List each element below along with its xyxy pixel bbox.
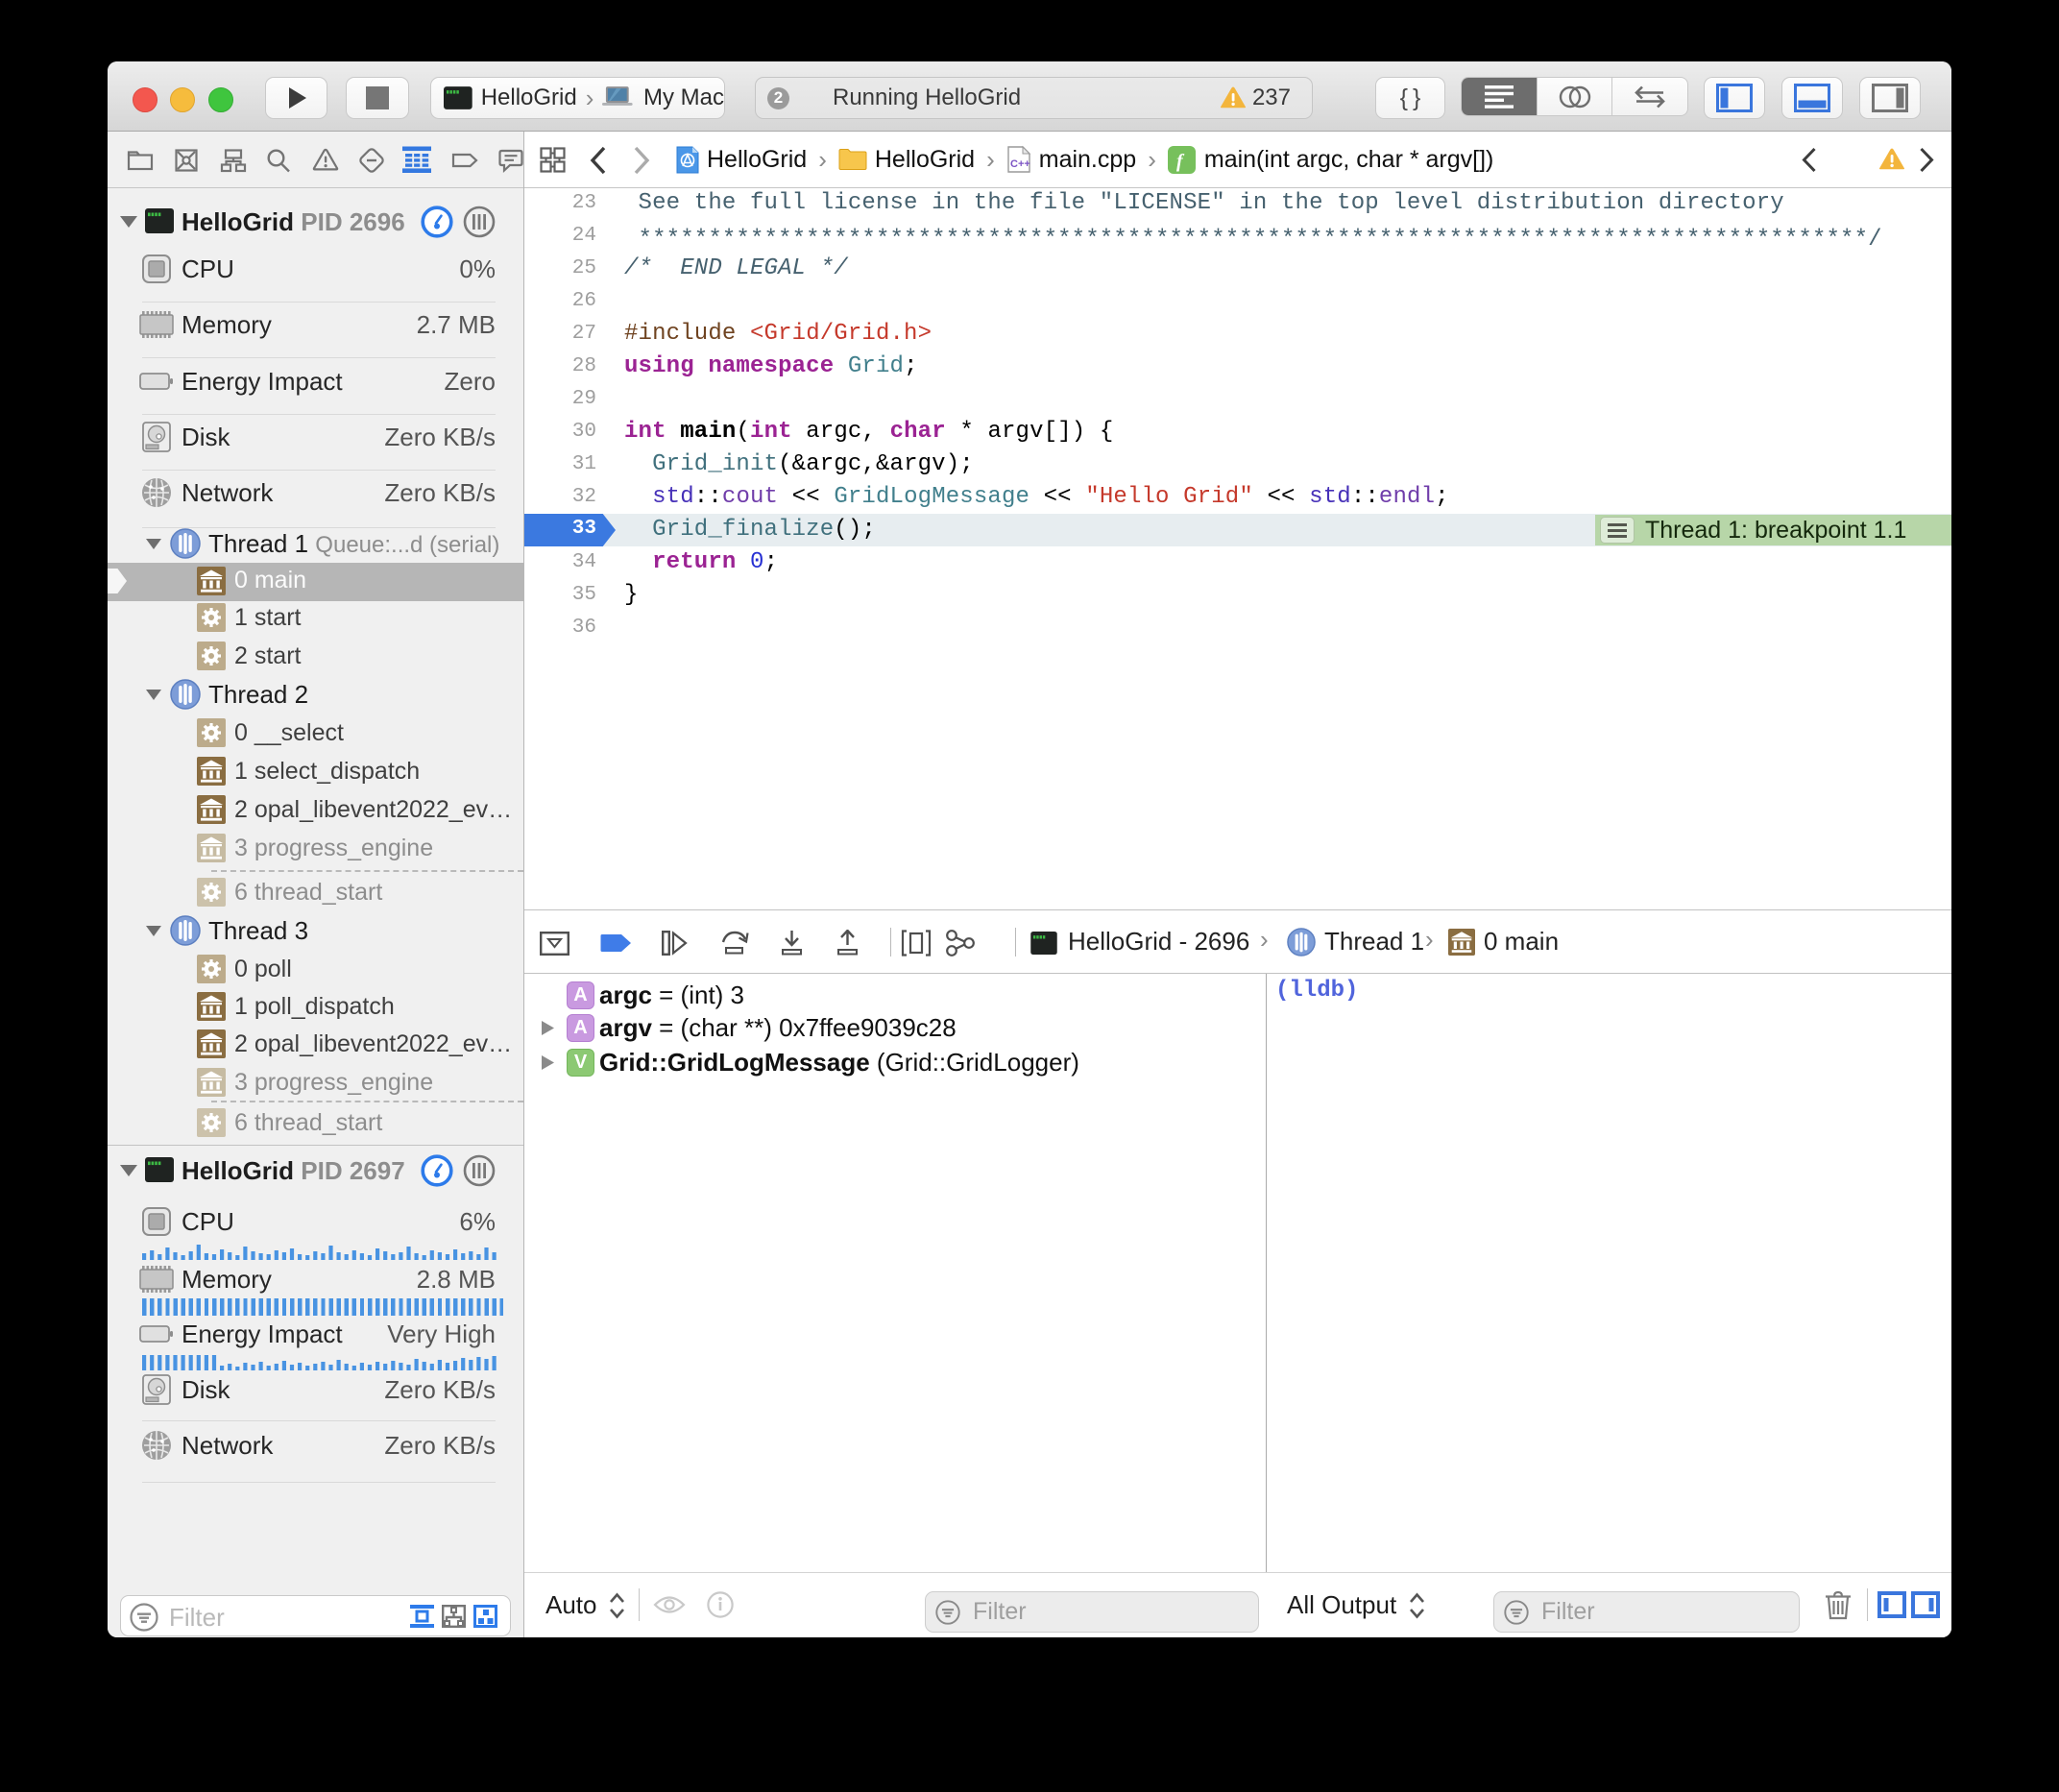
svg-text:C++: C++ (1010, 158, 1030, 170)
